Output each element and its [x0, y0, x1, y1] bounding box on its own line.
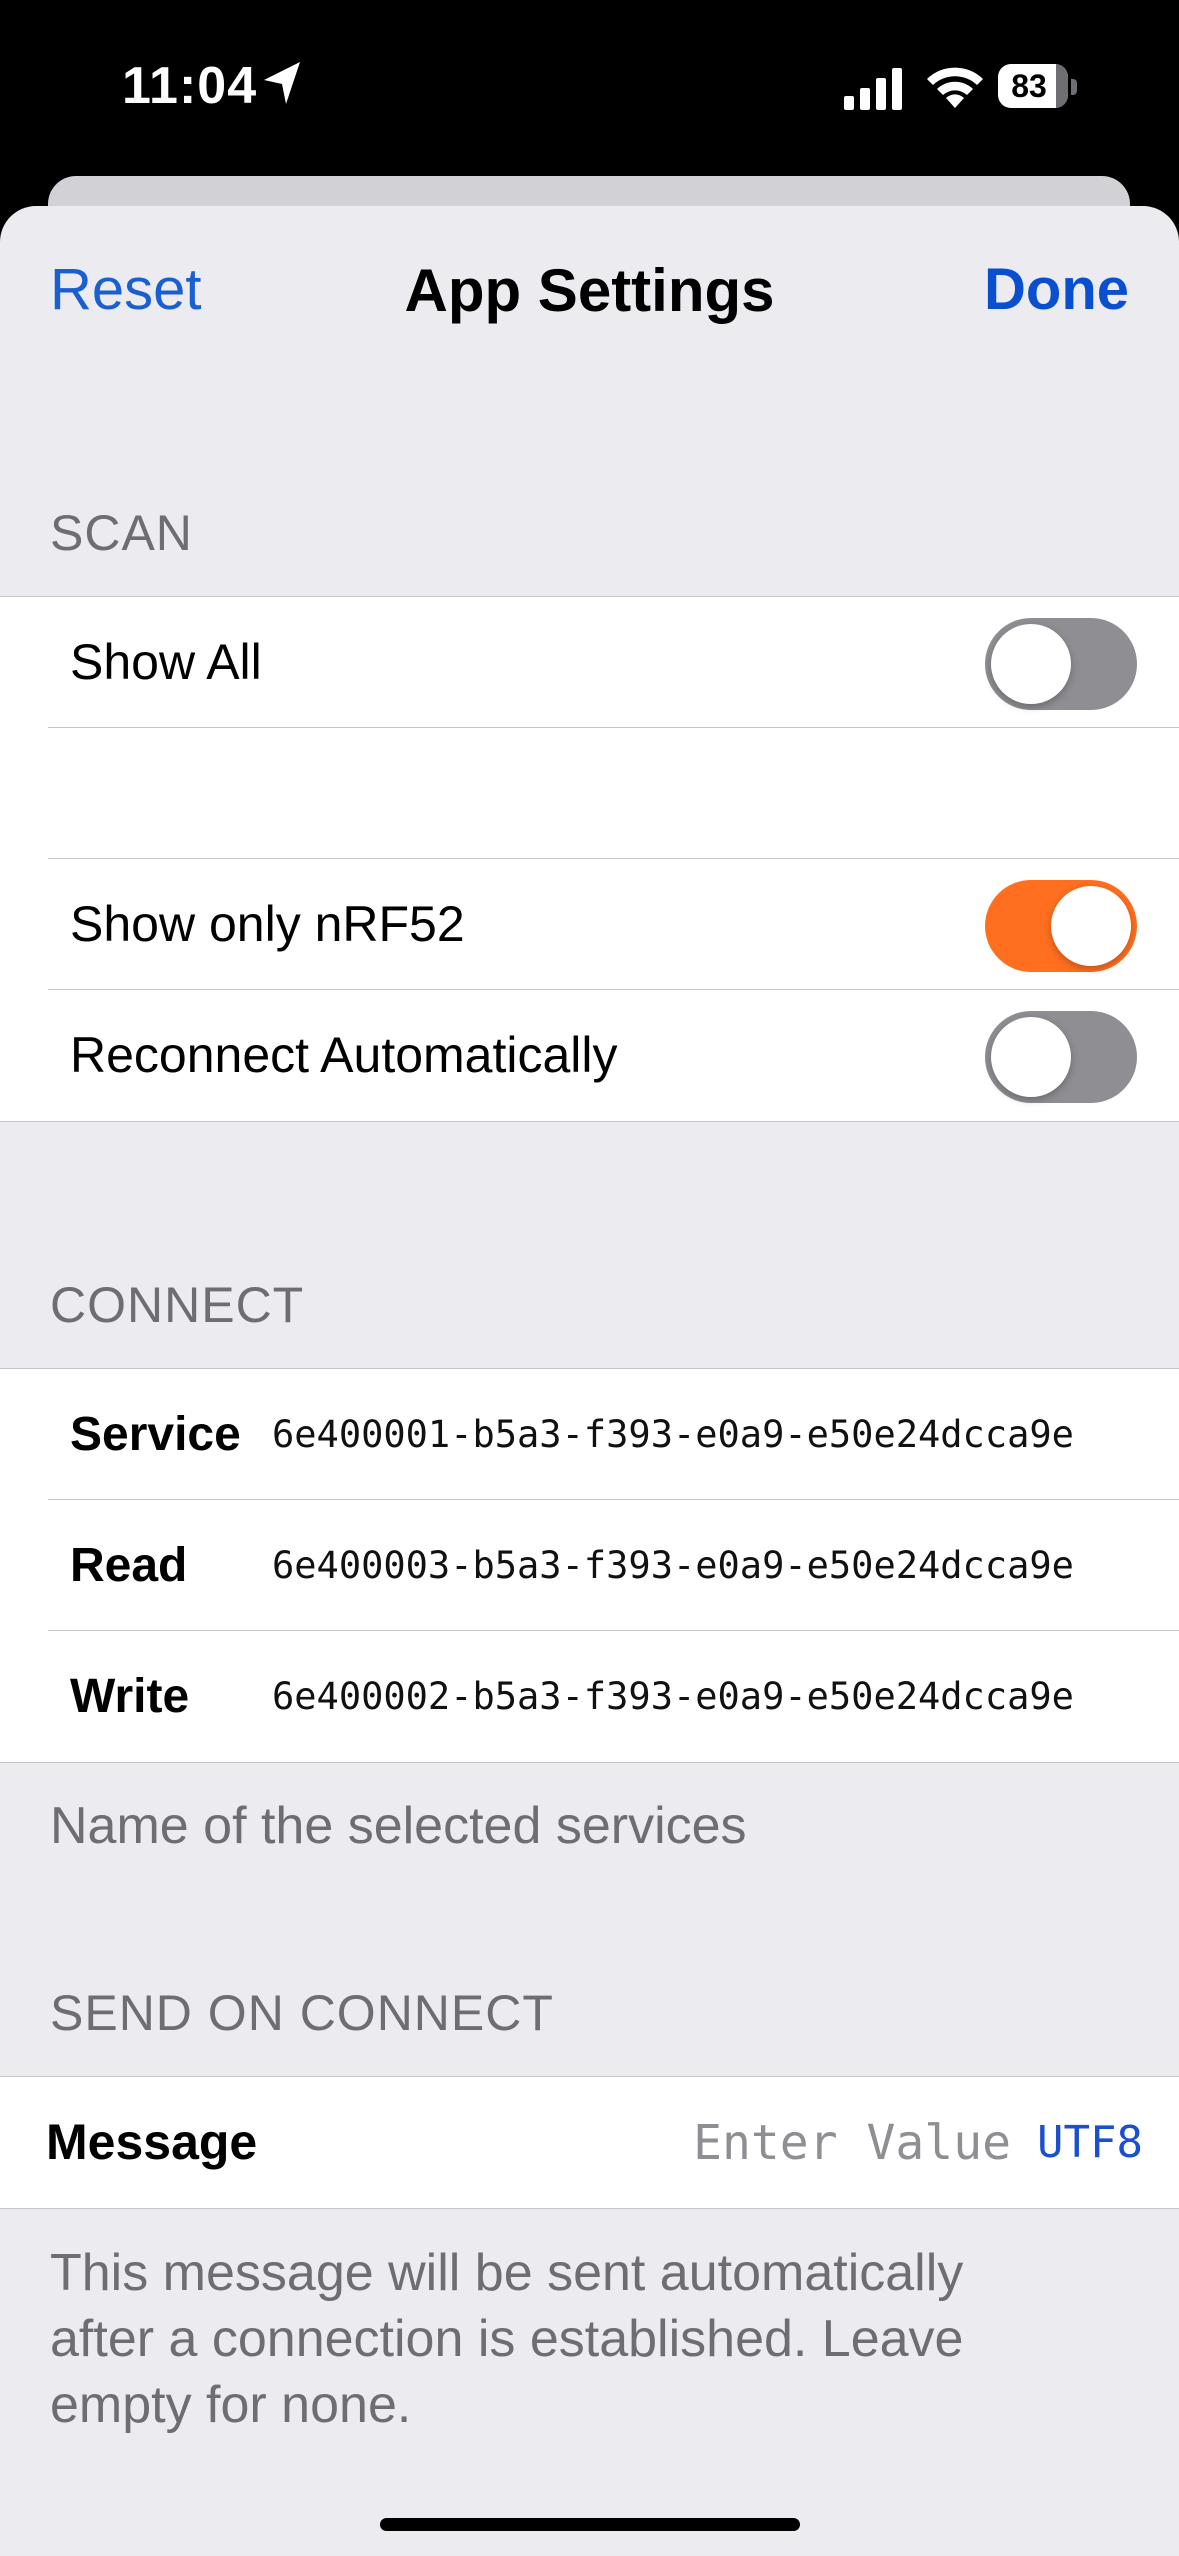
write-label: Write — [70, 1670, 190, 1723]
message-row: Message UTF8 — [0, 2077, 1179, 2208]
read-row[interactable]: Read 6e400003-b5a3-f393-e0a9-e50e24dcca9… — [0, 1500, 1179, 1631]
message-input[interactable] — [560, 2113, 1011, 2173]
footer-line: after a connection is established. Leave — [50, 2310, 964, 2368]
show-only-row: Show only nRF52 — [0, 859, 1179, 990]
read-label: Read — [70, 1539, 188, 1592]
battery-icon: 83 — [998, 64, 1078, 110]
read-uuid[interactable]: 6e400003-b5a3-f393-e0a9-e50e24dcca9e — [272, 1500, 1074, 1631]
send-on-connect-footer: This message will be sent automatically … — [50, 2240, 963, 2438]
service-row[interactable]: Service 6e400001-b5a3-f393-e0a9-e50e24dc… — [0, 1369, 1179, 1500]
scan-group: Show All Show only nRF52 Reconnect Autom… — [0, 596, 1179, 1122]
battery-level: 83 — [1011, 68, 1047, 104]
encoding-button[interactable]: UTF8 — [1037, 2077, 1143, 2208]
send-on-connect-group: Message UTF8 — [0, 2076, 1179, 2209]
show-only-toggle[interactable] — [985, 880, 1137, 972]
home-indicator[interactable] — [380, 2518, 800, 2531]
status-bar: 11:04 83 — [0, 0, 1179, 170]
reconnect-row: Reconnect Automatically — [0, 990, 1179, 1121]
connect-group: Service 6e400001-b5a3-f393-e0a9-e50e24dc… — [0, 1368, 1179, 1763]
service-label: Service — [70, 1408, 241, 1461]
section-header-connect: CONNECT — [50, 1277, 305, 1333]
cellular-signal-icon — [844, 68, 902, 110]
message-label: Message — [46, 2114, 258, 2170]
status-time: 11:04 — [122, 57, 258, 115]
show-all-row: Show All — [0, 597, 1179, 728]
wifi-icon — [927, 67, 983, 108]
footer-line: empty for none. — [50, 2376, 412, 2434]
show-all-toggle[interactable] — [985, 618, 1137, 710]
empty-row — [0, 728, 1179, 859]
done-button[interactable]: Done — [984, 256, 1129, 323]
navigation-bar: Reset App Settings Done — [0, 206, 1179, 366]
section-header-scan: SCAN — [50, 505, 193, 561]
settings-sheet: Reset App Settings Done SCAN Show All Sh… — [0, 206, 1179, 2556]
reconnect-toggle[interactable] — [985, 1011, 1137, 1103]
footer-line: This message will be sent automatically — [50, 2244, 964, 2302]
connect-footer: Name of the selected services — [50, 1797, 747, 1855]
section-header-send-on-connect: SEND ON CONNECT — [50, 1985, 554, 2041]
show-all-label: Show All — [70, 634, 262, 690]
write-row[interactable]: Write 6e400002-b5a3-f393-e0a9-e50e24dcca… — [0, 1631, 1179, 1762]
service-uuid[interactable]: 6e400001-b5a3-f393-e0a9-e50e24dcca9e — [272, 1369, 1074, 1500]
reconnect-label: Reconnect Automatically — [70, 1027, 618, 1083]
show-only-label: Show only nRF52 — [70, 896, 465, 952]
write-uuid[interactable]: 6e400002-b5a3-f393-e0a9-e50e24dcca9e — [272, 1631, 1074, 1762]
location-arrow-icon — [264, 62, 300, 104]
